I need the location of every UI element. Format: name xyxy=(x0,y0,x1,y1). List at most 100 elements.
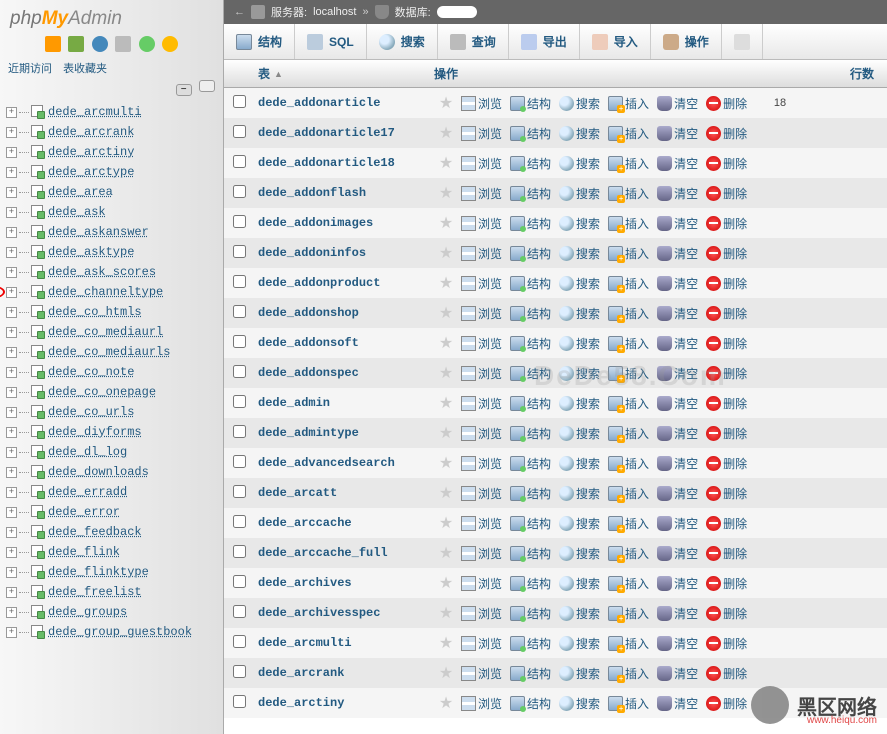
docs-icon[interactable] xyxy=(115,36,131,52)
row-checkbox[interactable] xyxy=(233,605,246,618)
table-name-link[interactable]: dede_addonarticle18 xyxy=(258,156,395,170)
collapse-icon[interactable]: − xyxy=(176,84,192,96)
row-checkbox[interactable] xyxy=(233,125,246,138)
table-name-link[interactable]: dede_addonarticle17 xyxy=(258,126,395,140)
action-empty[interactable]: 清空 xyxy=(654,275,701,292)
action-structure[interactable]: 结构 xyxy=(507,485,554,502)
action-drop[interactable]: 删除 xyxy=(703,575,750,592)
action-drop[interactable]: 删除 xyxy=(703,665,750,682)
reload-icon[interactable] xyxy=(139,36,155,52)
nav-favorites[interactable]: 表收藏夹 xyxy=(63,63,107,75)
tree-item-dede_arctiny[interactable]: +dede_arctiny xyxy=(4,142,219,162)
table-name-link[interactable]: dede_arccache xyxy=(258,516,352,530)
action-structure[interactable]: 结构 xyxy=(507,665,554,682)
row-checkbox[interactable] xyxy=(233,335,246,348)
action-search[interactable]: 搜索 xyxy=(556,455,603,472)
expand-icon[interactable]: + xyxy=(6,387,17,398)
action-empty[interactable]: 清空 xyxy=(654,185,701,202)
row-checkbox[interactable] xyxy=(233,515,246,528)
action-browse[interactable]: 浏览 xyxy=(458,485,505,502)
favorite-star-icon[interactable]: ★ xyxy=(439,545,453,562)
action-structure[interactable]: 结构 xyxy=(507,695,554,712)
action-insert[interactable]: 插入 xyxy=(605,605,652,622)
action-structure[interactable]: 结构 xyxy=(507,425,554,442)
table-name-link[interactable]: dede_addoninfos xyxy=(258,246,366,260)
action-empty[interactable]: 清空 xyxy=(654,125,701,142)
table-name-link[interactable]: dede_archivesspec xyxy=(258,606,380,620)
favorite-star-icon[interactable]: ★ xyxy=(439,155,453,172)
action-browse[interactable]: 浏览 xyxy=(458,665,505,682)
table-name-link[interactable]: dede_addonflash xyxy=(258,186,366,200)
action-browse[interactable]: 浏览 xyxy=(458,335,505,352)
favorite-star-icon[interactable]: ★ xyxy=(439,335,453,352)
action-search[interactable]: 搜索 xyxy=(556,485,603,502)
action-browse[interactable]: 浏览 xyxy=(458,155,505,172)
row-checkbox[interactable] xyxy=(233,155,246,168)
action-drop[interactable]: 删除 xyxy=(703,95,750,112)
action-search[interactable]: 搜索 xyxy=(556,185,603,202)
expand-icon[interactable]: + xyxy=(6,187,17,198)
action-structure[interactable]: 结构 xyxy=(507,155,554,172)
expand-icon[interactable]: + xyxy=(6,367,17,378)
table-name-link[interactable]: dede_arcatt xyxy=(258,486,337,500)
action-insert[interactable]: 插入 xyxy=(605,545,652,562)
back-arrow-icon[interactable]: ← xyxy=(234,6,245,18)
action-structure[interactable]: 结构 xyxy=(507,545,554,562)
tab-privileges[interactable] xyxy=(722,24,763,59)
tab-search[interactable]: 搜索 xyxy=(367,24,438,59)
table-name-link[interactable]: dede_arcrank xyxy=(258,666,344,680)
action-drop[interactable]: 删除 xyxy=(703,215,750,232)
favorite-star-icon[interactable]: ★ xyxy=(439,695,453,712)
action-empty[interactable]: 清空 xyxy=(654,95,701,112)
row-checkbox[interactable] xyxy=(233,545,246,558)
action-browse[interactable]: 浏览 xyxy=(458,275,505,292)
action-empty[interactable]: 清空 xyxy=(654,395,701,412)
action-drop[interactable]: 删除 xyxy=(703,515,750,532)
tab-operations[interactable]: 操作 xyxy=(651,24,722,59)
action-insert[interactable]: 插入 xyxy=(605,245,652,262)
action-search[interactable]: 搜索 xyxy=(556,365,603,382)
favorite-star-icon[interactable]: ★ xyxy=(439,275,453,292)
action-browse[interactable]: 浏览 xyxy=(458,425,505,442)
favorite-star-icon[interactable]: ★ xyxy=(439,605,453,622)
action-drop[interactable]: 删除 xyxy=(703,245,750,262)
action-browse[interactable]: 浏览 xyxy=(458,125,505,142)
expand-icon[interactable]: + xyxy=(6,327,17,338)
nav-recent[interactable]: 近期访问 xyxy=(8,63,52,75)
row-checkbox[interactable] xyxy=(233,245,246,258)
action-insert[interactable]: 插入 xyxy=(605,395,652,412)
tree-item-dede_co_mediaurls[interactable]: +dede_co_mediaurls xyxy=(4,342,219,362)
action-empty[interactable]: 清空 xyxy=(654,605,701,622)
action-empty[interactable]: 清空 xyxy=(654,635,701,652)
action-browse[interactable]: 浏览 xyxy=(458,365,505,382)
row-checkbox[interactable] xyxy=(233,215,246,228)
action-empty[interactable]: 清空 xyxy=(654,215,701,232)
action-empty[interactable]: 清空 xyxy=(654,695,701,712)
table-name-link[interactable]: dede_arcmulti xyxy=(258,636,352,650)
action-insert[interactable]: 插入 xyxy=(605,95,652,112)
tree-item-dede_flinktype[interactable]: +dede_flinktype xyxy=(4,562,219,582)
action-browse[interactable]: 浏览 xyxy=(458,575,505,592)
settings-icon[interactable] xyxy=(162,36,178,52)
tree-item-dede_erradd[interactable]: +dede_erradd xyxy=(4,482,219,502)
action-empty[interactable]: 清空 xyxy=(654,545,701,562)
action-insert[interactable]: 插入 xyxy=(605,125,652,142)
action-search[interactable]: 搜索 xyxy=(556,575,603,592)
tree-item-dede_downloads[interactable]: +dede_downloads xyxy=(4,462,219,482)
expand-icon[interactable]: + xyxy=(6,307,17,318)
action-drop[interactable]: 删除 xyxy=(703,275,750,292)
expand-icon[interactable]: + xyxy=(6,207,17,218)
expand-icon[interactable]: + xyxy=(6,507,17,518)
row-checkbox[interactable] xyxy=(233,635,246,648)
action-insert[interactable]: 插入 xyxy=(605,335,652,352)
action-browse[interactable]: 浏览 xyxy=(458,635,505,652)
action-drop[interactable]: 删除 xyxy=(703,395,750,412)
expand-icon[interactable]: + xyxy=(6,147,17,158)
action-drop[interactable]: 删除 xyxy=(703,185,750,202)
tree-item-dede_arcmulti[interactable]: +dede_arcmulti xyxy=(4,102,219,122)
expand-icon[interactable]: + xyxy=(6,427,17,438)
nav-tree[interactable]: +dede_arcmulti+dede_arcrank+dede_arctiny… xyxy=(0,100,223,720)
expand-icon[interactable]: + xyxy=(6,567,17,578)
row-checkbox[interactable] xyxy=(233,485,246,498)
expand-icon[interactable]: + xyxy=(6,527,17,538)
